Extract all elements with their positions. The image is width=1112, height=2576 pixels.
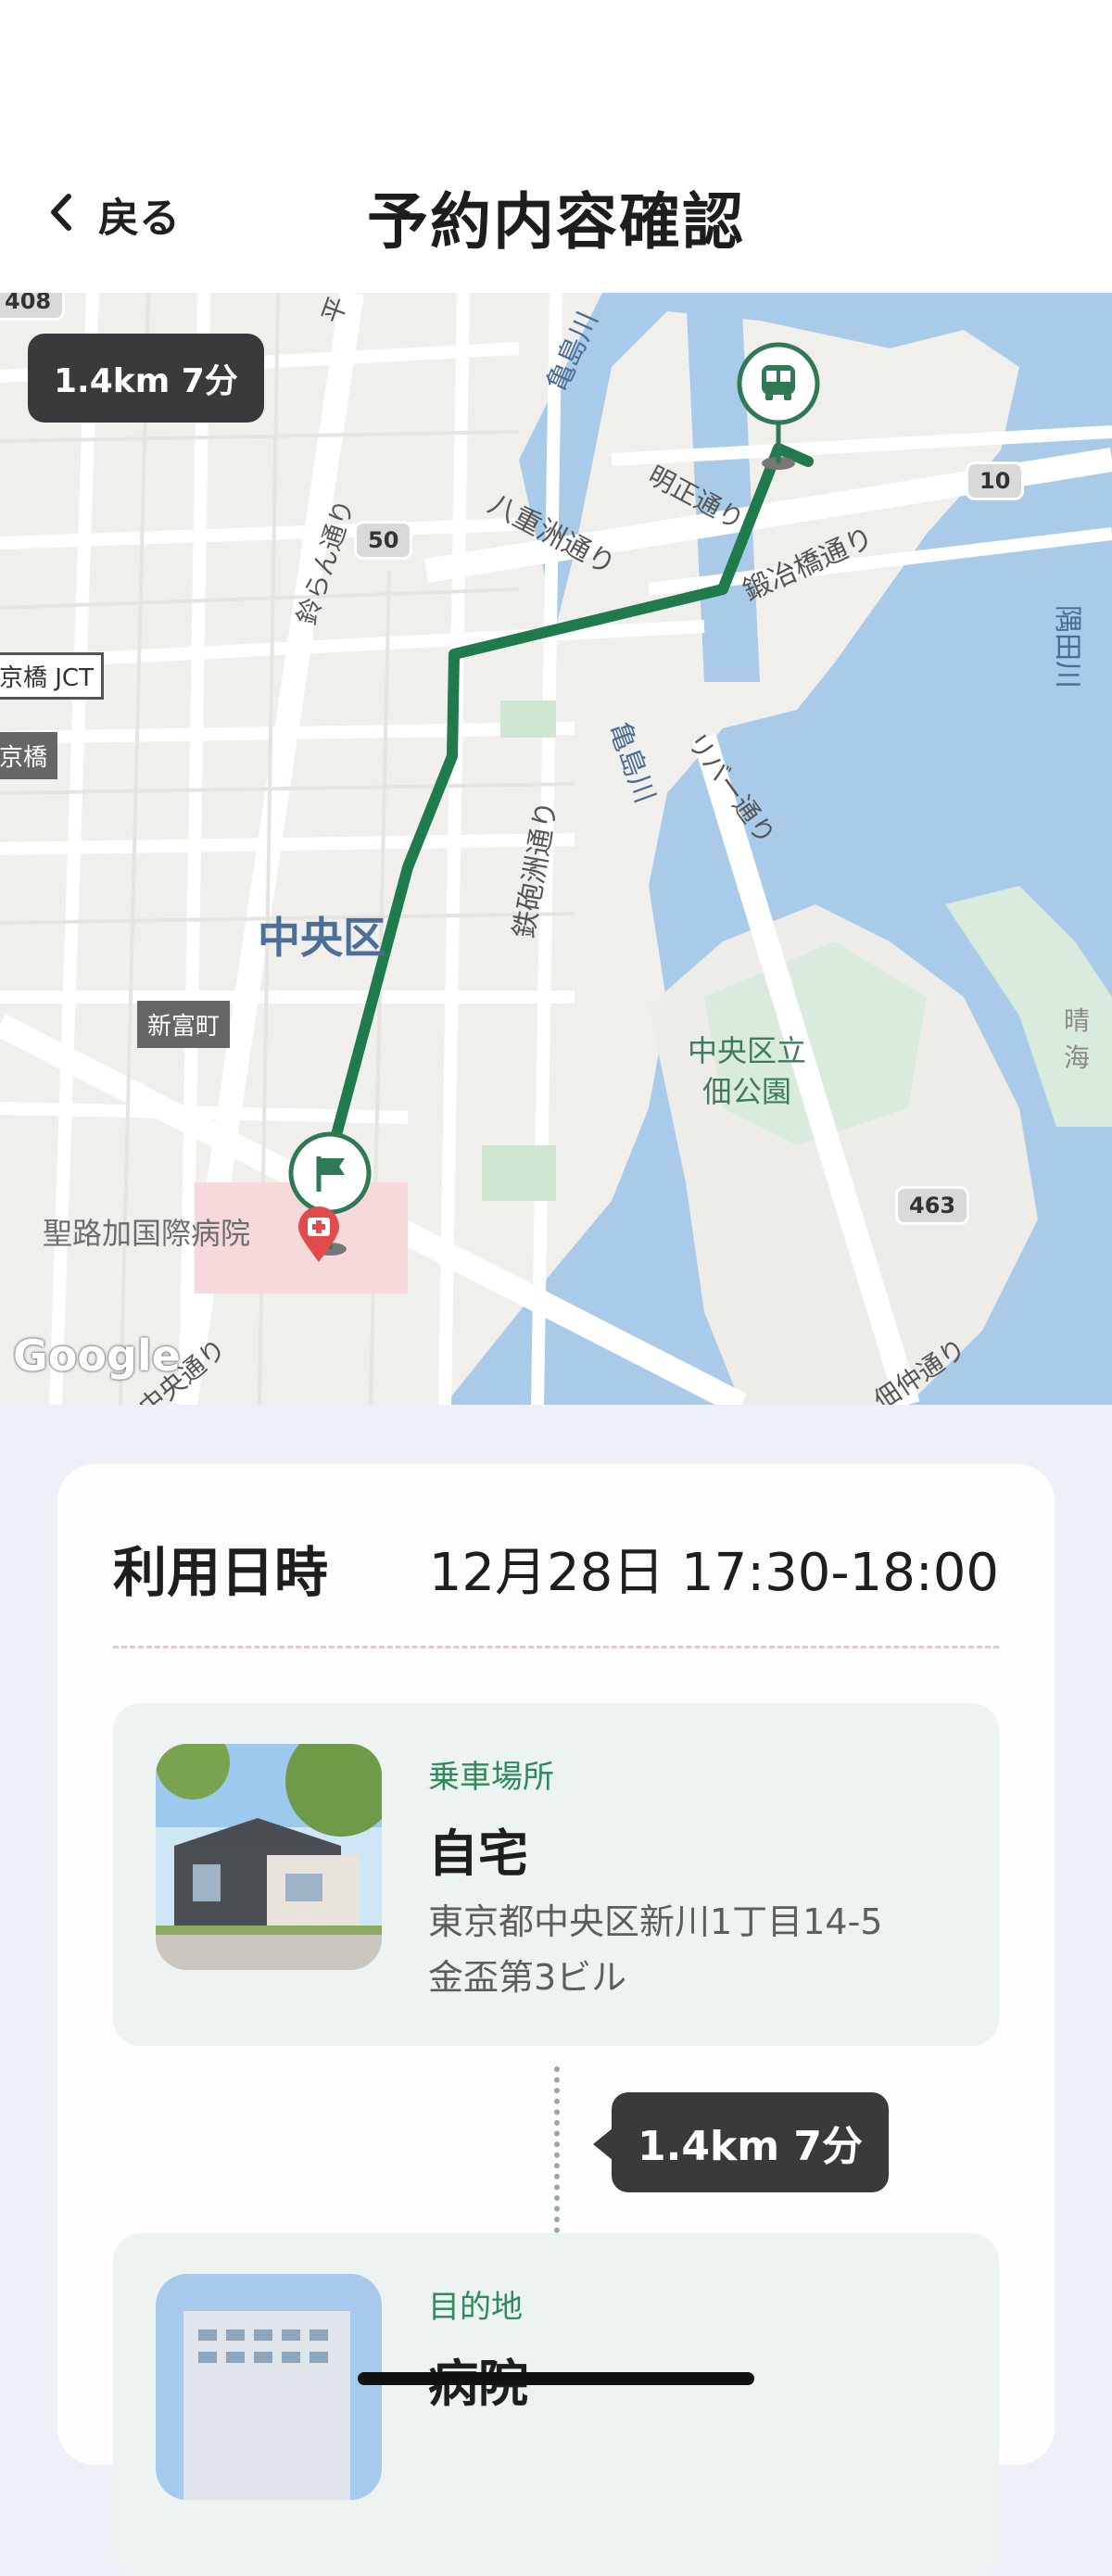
hospital-icon <box>295 1205 343 1264</box>
bus-icon <box>756 361 801 406</box>
map-distance-badge: 1.4km 7分 <box>28 334 264 423</box>
datetime-value: 12月28日 17:30-18:00 <box>428 1543 999 1603</box>
pickup-photo <box>156 1744 382 1970</box>
map-label-kyobashi-jct: 京橋 JCT <box>0 652 104 700</box>
pickup-kind: 乗車場所 <box>428 1759 554 1796</box>
booking-card: 利用日時 12月28日 17:30-18:00 乗車場所 自宅 東京都中央区新川… <box>57 1464 1055 2576</box>
road-badge-50: 50 <box>354 521 413 560</box>
map-label-kyobashi: 京橋 <box>0 732 58 779</box>
divider <box>113 1646 999 1648</box>
flag-icon <box>311 1153 352 1193</box>
map-label-shintomi: 新富町 <box>137 1001 231 1048</box>
home-indicator[interactable] <box>358 2372 754 2385</box>
segment-distance-badge: 1.4km 7分 <box>593 2092 889 2192</box>
map-label-park: 中央区立 佃公園 <box>688 1033 807 1109</box>
map-label-hospital: 聖路加国際病院 <box>43 1216 251 1251</box>
destination-photo <box>156 2274 382 2500</box>
road-badge-463: 463 <box>895 1186 970 1225</box>
google-attribution: Google <box>13 1331 181 1381</box>
map-label-sumida: 隅田川 <box>1051 605 1083 688</box>
pickup-address: 東京都中央区新川1丁目14-5 金盃第3ビル <box>428 1894 882 2005</box>
pickup-name: 自宅 <box>428 1825 528 1883</box>
pickup-marker[interactable] <box>734 341 823 480</box>
map-label-harumi: 晴海 <box>1064 1005 1091 1073</box>
destination-kind: 目的地 <box>428 2289 523 2326</box>
route-connector <box>554 2066 560 2233</box>
datetime-label: 利用日時 <box>113 1541 329 1604</box>
road-badge-10: 10 <box>966 461 1025 500</box>
pickup-address-line1: 東京都中央区新川1丁目14-5 <box>428 1901 883 1942</box>
pickup-card[interactable]: 乗車場所 自宅 東京都中央区新川1丁目14-5 金盃第3ビル <box>113 1703 999 2046</box>
pickup-address-line2: 金盃第3ビル <box>428 1957 627 1998</box>
map-label-chuo-ku: 中央区 <box>258 913 385 963</box>
page-title: 予約内容確認 <box>367 186 745 258</box>
road-badge-408: 408 <box>0 293 66 321</box>
destination-card[interactable]: 目的地 病院 <box>113 2233 999 2576</box>
route-map[interactable]: 1.4km 7分 408 50 10 463 鈴らん通り 八重洲通り 明正通り … <box>0 293 1112 1405</box>
header: 戻る 予約内容確認 <box>0 0 1112 293</box>
